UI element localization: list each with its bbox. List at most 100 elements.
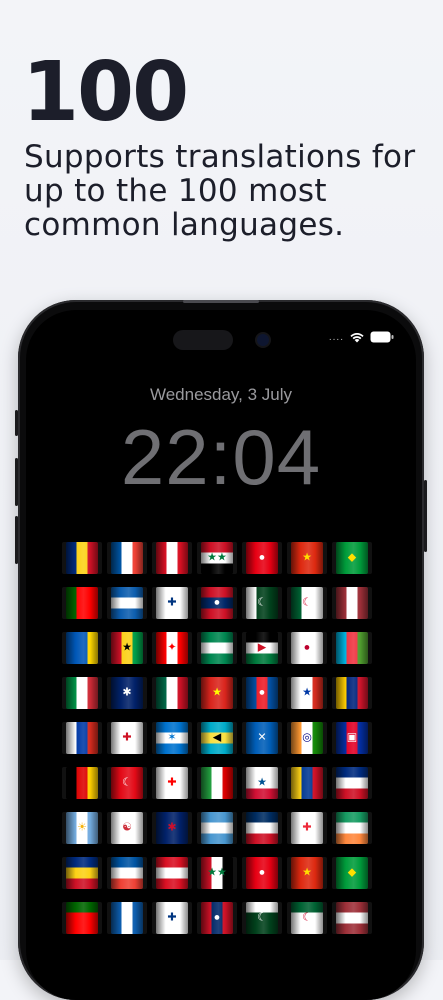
flag-panama: ★ — [246, 767, 278, 799]
flag-south-korea: ☯ — [111, 812, 143, 844]
flag-emblem-icon: ☯ — [122, 821, 132, 834]
flag-emblem-icon: ★ — [212, 686, 222, 699]
flag-emblem-icon: ● — [213, 596, 221, 609]
flag-italy — [66, 677, 98, 709]
flag-germany — [66, 767, 98, 799]
flag-peru-2 — [156, 857, 188, 889]
flag-cambodia: ▣ — [336, 722, 368, 754]
flag-georgia: ✚ — [156, 767, 188, 799]
flag-emblem-icon: ● — [303, 641, 311, 654]
flag-emblem-icon: ✚ — [167, 596, 177, 609]
flag-scotland: ✕ — [246, 722, 278, 754]
flag-ukraine — [66, 632, 98, 664]
subline: Supports translations for up to the 100 … — [24, 139, 416, 243]
flag-emblem-icon: ✚ — [122, 911, 132, 924]
status-bar: .... — [329, 330, 394, 344]
flag-argentina: ☀ — [66, 812, 98, 844]
flag-pakistan-2: ☾ — [246, 902, 278, 934]
flag-colombia — [291, 767, 323, 799]
flag-emblem-icon: ● — [258, 866, 266, 879]
flag-emblem-icon: ● — [258, 551, 266, 564]
camera-icon — [257, 334, 269, 346]
flag-syria: ★★ — [201, 542, 233, 574]
wifi-icon — [349, 331, 365, 343]
flag-venezuela — [336, 677, 368, 709]
headline: 100 — [22, 45, 189, 140]
dynamic-island — [173, 330, 233, 350]
flag-romania — [66, 542, 98, 574]
flag-nigeria — [201, 632, 233, 664]
signal-dots: .... — [328, 331, 344, 343]
flag-ireland — [336, 812, 368, 844]
flag-portugal-2 — [66, 902, 98, 934]
flag-emblem-icon: ✚ — [167, 911, 177, 924]
flag-latvia-2 — [336, 902, 368, 934]
flag-turkey: ☾ — [111, 767, 143, 799]
flag-emblem-icon: ★ — [302, 686, 312, 699]
lock-date: Wednesday, 3 July — [149, 385, 293, 404]
flag-emblem-icon: ☀ — [77, 821, 87, 834]
flag-new-zealand: ✱ — [156, 812, 188, 844]
volume-down-button — [15, 516, 18, 564]
flag-jordan: ▶ — [246, 632, 278, 664]
flag-china-2: ★ — [291, 857, 323, 889]
flag-emblem-icon: ☾ — [122, 776, 132, 789]
flag-emblem-icon: ★ — [122, 641, 132, 654]
flag-emblem-icon: ◆ — [347, 551, 357, 564]
flag-iran — [201, 767, 233, 799]
flag-laos: ● — [201, 587, 233, 619]
flag-england: ✚ — [111, 722, 143, 754]
flag-brazil-2: ◆ — [336, 857, 368, 889]
flag-finland-2: ✚ — [156, 902, 188, 934]
flag-north-korea: ● — [246, 677, 278, 709]
flag-azerbaijan — [336, 632, 368, 664]
flag-greece: ✚ — [111, 587, 143, 619]
flag-emblem-icon: ◆ — [347, 866, 357, 879]
flag-syria-2: ★★ — [201, 857, 233, 889]
flag-emblem-icon: ★★ — [207, 551, 227, 564]
flag-australia: ✱ — [111, 677, 143, 709]
flag-emblem-icon: ● — [213, 911, 221, 924]
flag-france-2 — [111, 857, 143, 889]
flag-emblem-icon: ✱ — [167, 821, 177, 834]
flag-bahamas: ◀ — [201, 722, 233, 754]
flag-peru — [156, 542, 188, 574]
flag-emblem-icon: ✦ — [167, 641, 177, 654]
flag-algeria: ☾ — [291, 587, 323, 619]
flag-tunisia-2: ● — [246, 857, 278, 889]
flag-india: ◎ — [291, 722, 323, 754]
flag-guinea-bissau: ★ — [111, 632, 143, 664]
flag-romania-2 — [66, 857, 98, 889]
flag-japan: ● — [291, 632, 323, 664]
phone-mockup: .... Wednesday, 3 July 22:04 ★★ ● ★ ◆ ✚ ✚ ● ☾ ☾ ★… — [15, 300, 427, 1000]
flag-chile: ★ — [291, 677, 323, 709]
flag-emblem-icon: ★ — [302, 551, 312, 564]
flag-emblem-icon: ★★ — [207, 866, 227, 879]
flag-faroe-islands: ✚ — [291, 812, 323, 844]
flag-emblem-icon: ✚ — [302, 821, 312, 834]
flag-dominican-republic: ✚ — [246, 812, 278, 844]
flag-emblem-icon: ☾ — [257, 596, 267, 609]
flag-vietnam: ★ — [201, 677, 233, 709]
flag-emblem-icon: ☾ — [302, 911, 312, 924]
flag-emblem-icon: ✱ — [122, 686, 132, 699]
flag-costa-rica — [336, 767, 368, 799]
battery-icon — [370, 331, 394, 343]
power-button — [424, 480, 427, 552]
flag-emblem-icon: ✚ — [122, 731, 132, 744]
volume-up-button — [15, 458, 18, 506]
flag-brazil: ◆ — [336, 542, 368, 574]
flag-emblem-icon: ✚ — [122, 596, 132, 609]
flag-emblem-icon: ★ — [257, 776, 267, 789]
flag-latvia — [336, 587, 368, 619]
flag-france — [111, 542, 143, 574]
flag-algeria-2: ☾ — [291, 902, 323, 934]
flag-tunisia: ● — [246, 542, 278, 574]
flag-emblem-icon: ◀ — [212, 731, 222, 744]
flag-emblem-icon: ☾ — [257, 911, 267, 924]
flag-mexico — [156, 677, 188, 709]
flag-russia — [66, 722, 98, 754]
flag-greece-2: ✚ — [111, 902, 143, 934]
lock-time: 22:04 — [120, 413, 322, 501]
flag-pakistan: ☾ — [246, 587, 278, 619]
